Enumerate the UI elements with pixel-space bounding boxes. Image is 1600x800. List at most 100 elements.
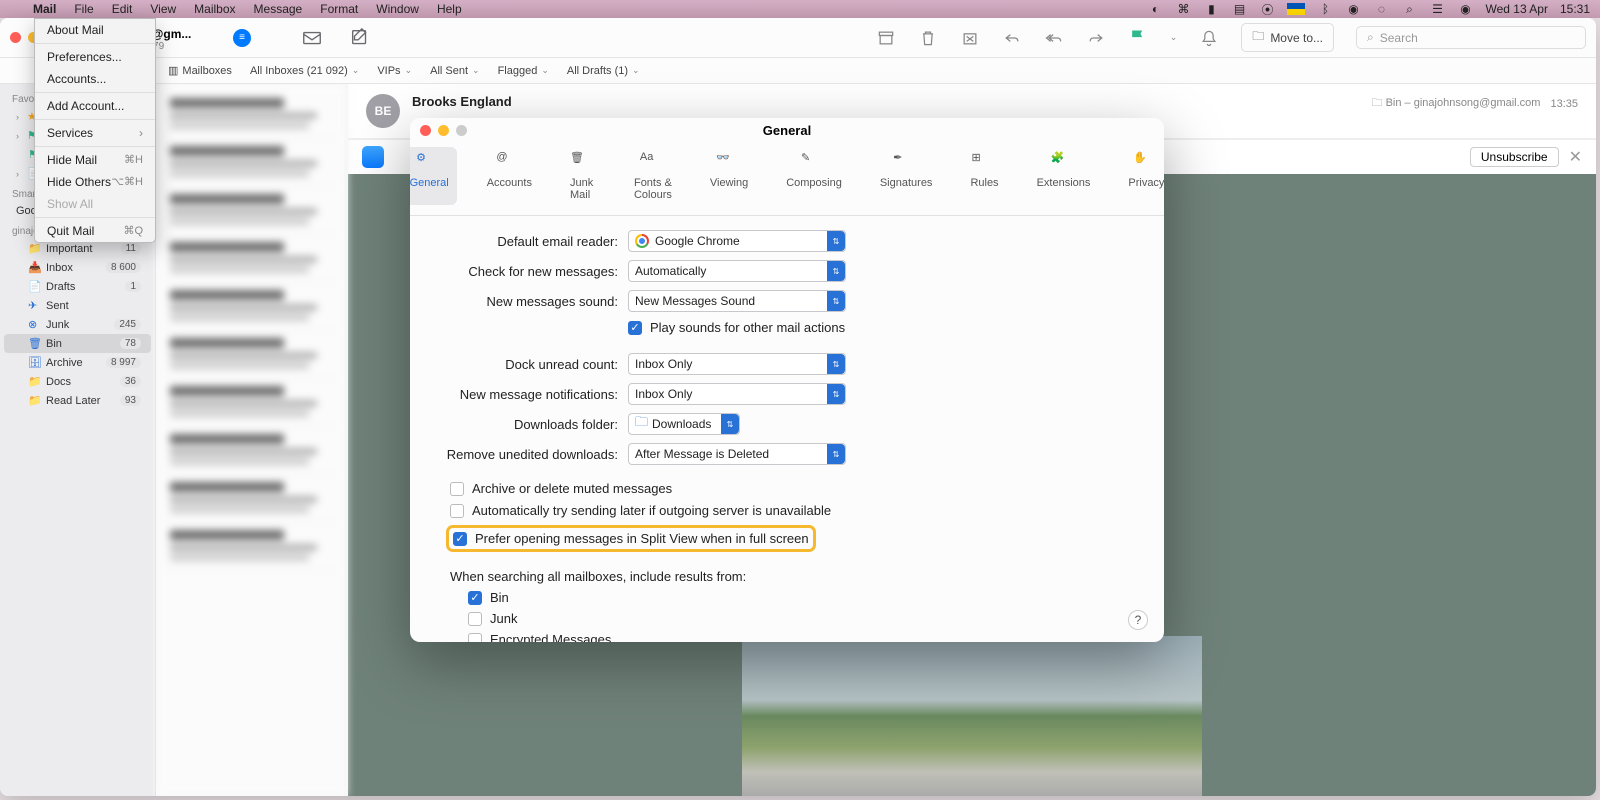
menu-edit[interactable]: Edit [103,2,142,16]
preferences-body: Default email reader: Google Chrome⇅ Che… [410,216,1164,642]
fav-all-sent[interactable]: All Sent ⌄ [430,65,479,77]
user-icon[interactable]: ◌ [1373,2,1389,16]
menu-view[interactable]: View [141,2,185,16]
sidebar-item-sent[interactable]: ✈Sent [4,296,151,315]
fav-all-inboxes[interactable]: All Inboxes (21 092) ⌄ [250,65,359,77]
new-message-icon[interactable] [301,27,323,49]
label-split-view: Prefer opening messages in Split View wh… [475,531,809,546]
menu-services[interactable]: Services [35,122,155,144]
reply-all-icon[interactable] [1044,28,1064,48]
tab-rules[interactable]: ⊞Rules [962,147,1006,205]
tab-privacy[interactable]: ✋Privacy [1120,147,1164,205]
mailboxes-toggle[interactable]: ▥ Mailboxes [168,64,232,77]
checkbox-search-junk[interactable] [468,612,482,626]
checkbox-auto-send[interactable] [450,504,464,518]
app-menu[interactable]: Mail [24,2,65,16]
checkbox-play-sounds[interactable]: ✓ [628,321,642,335]
checkbox-search-encrypted[interactable] [468,633,482,643]
tab-fonts-colours[interactable]: AaFonts & Colours [626,147,680,205]
reply-icon[interactable] [1002,28,1022,48]
sidebar-item-bin[interactable]: 🗑Bin78 [4,334,151,353]
preferences-tabs: ⚙General @Accounts 🗑Junk Mail AaFonts & … [410,143,1164,216]
status-icon[interactable]: ▮ [1203,2,1219,16]
move-to-button[interactable]: 🗀 Move to... [1241,23,1334,52]
trash-icon[interactable] [918,28,938,48]
menu-about-mail[interactable]: About Mail [35,19,155,41]
select-new-sound[interactable]: New Messages Sound⇅ [628,290,846,312]
select-default-reader[interactable]: Google Chrome⇅ [628,230,846,252]
label-notifications: New message notifications: [432,387,628,402]
control-center-icon[interactable]: ☰ [1429,2,1445,16]
flag-icon[interactable] [1128,28,1148,48]
menu-accounts[interactable]: Accounts... [35,68,155,90]
checkbox-search-bin[interactable]: ✓ [468,591,482,605]
select-remove-downloads[interactable]: After Message is Deleted⇅ [628,443,846,465]
message-list[interactable] [156,84,348,796]
menu-mailbox[interactable]: Mailbox [185,2,244,16]
select-downloads-folder[interactable]: 🗀Downloads⇅ [628,413,740,435]
menu-message[interactable]: Message [245,2,312,16]
junk-icon[interactable] [960,28,980,48]
bluetooth-icon[interactable]: ᛒ [1317,2,1333,16]
fav-flagged[interactable]: Flagged ⌄ [498,65,549,77]
tab-extensions[interactable]: 🧩Extensions [1029,147,1099,205]
pref-close-button[interactable] [420,125,431,136]
status-icon[interactable]: ◐ [1147,2,1163,16]
menu-help[interactable]: Help [428,2,471,16]
fav-all-drafts[interactable]: All Drafts (1) ⌄ [567,65,640,77]
mail-app-icon [362,146,384,168]
wifi-icon[interactable]: ◉ [1345,2,1361,16]
status-icon[interactable]: ⦿ [1259,2,1275,16]
forward-icon[interactable] [1086,28,1106,48]
sidebar-item-read-later[interactable]: 📁Read Later93 [4,391,151,410]
tab-viewing[interactable]: 👓Viewing [702,147,756,205]
tab-junk-mail[interactable]: 🗑Junk Mail [562,147,604,205]
tab-composing[interactable]: ✎Composing [778,147,850,205]
sidebar-item-inbox[interactable]: 📥Inbox8 600 [4,258,151,277]
archive-icon[interactable] [876,28,896,48]
label-auto-send: Automatically try sending later if outgo… [472,503,831,518]
menubar-date[interactable]: Wed 13 Apr [1485,2,1547,16]
sidebar-item-docs[interactable]: 📁Docs36 [4,372,151,391]
flag-menu-chevron[interactable]: ⌄ [1170,32,1178,43]
menu-hide-mail[interactable]: Hide Mail⌘H [35,149,155,171]
pref-minimize-button[interactable] [438,125,449,136]
tab-accounts[interactable]: @Accounts [479,147,540,205]
fav-vips[interactable]: VIPs ⌄ [377,65,412,77]
menu-window[interactable]: Window [367,2,428,16]
sender-avatar: BE [366,94,400,128]
sidebar-item-junk[interactable]: ⊗Junk245 [4,315,151,334]
menu-hide-others[interactable]: Hide Others⌥⌘H [35,171,155,193]
compose-icon[interactable] [349,27,371,49]
menu-add-account[interactable]: Add Account... [35,95,155,117]
select-dock-unread[interactable]: Inbox Only⇅ [628,353,846,375]
status-icon[interactable]: ⌘ [1175,2,1191,16]
checkbox-archive-muted[interactable] [450,482,464,496]
help-button[interactable]: ? [1128,610,1148,630]
menu-preferences[interactable]: Preferences... [35,46,155,68]
select-check-new[interactable]: Automatically⇅ [628,260,846,282]
tab-general[interactable]: ⚙General [410,147,457,205]
mute-icon[interactable] [1199,28,1219,48]
filter-active-indicator[interactable]: ≡ [233,29,251,47]
status-icon[interactable]: ▤ [1231,2,1247,16]
search-input[interactable]: ⌕ Search [1356,26,1586,49]
tab-signatures[interactable]: ✒Signatures [872,147,941,205]
unsubscribe-button[interactable]: Unsubscribe [1470,147,1559,167]
menu-quit-mail[interactable]: Quit Mail⌘Q [35,220,155,242]
window-toolbar: Bin – ginajohnsong@gm... Filter by: Unre… [0,18,1596,58]
menu-format[interactable]: Format [311,2,367,16]
sidebar-item-archive[interactable]: 🗄Archive8 997 [4,353,151,372]
sidebar-item-drafts[interactable]: 📄Drafts1 [4,277,151,296]
menubar-time[interactable]: 15:31 [1560,2,1590,16]
checkbox-split-view[interactable]: ✓ [453,532,467,546]
close-window-button[interactable] [10,32,21,43]
spotlight-icon[interactable]: ⌕ [1401,2,1417,16]
select-notifications[interactable]: Inbox Only⇅ [628,383,846,405]
siri-icon[interactable]: ◉ [1457,2,1473,16]
menu-file[interactable]: File [65,2,102,16]
close-banner-icon[interactable]: ✕ [1569,147,1582,167]
folder-icon: 🗀 [1252,27,1264,48]
label-archive-muted: Archive or delete muted messages [472,481,672,496]
flag-icon[interactable] [1287,3,1305,15]
